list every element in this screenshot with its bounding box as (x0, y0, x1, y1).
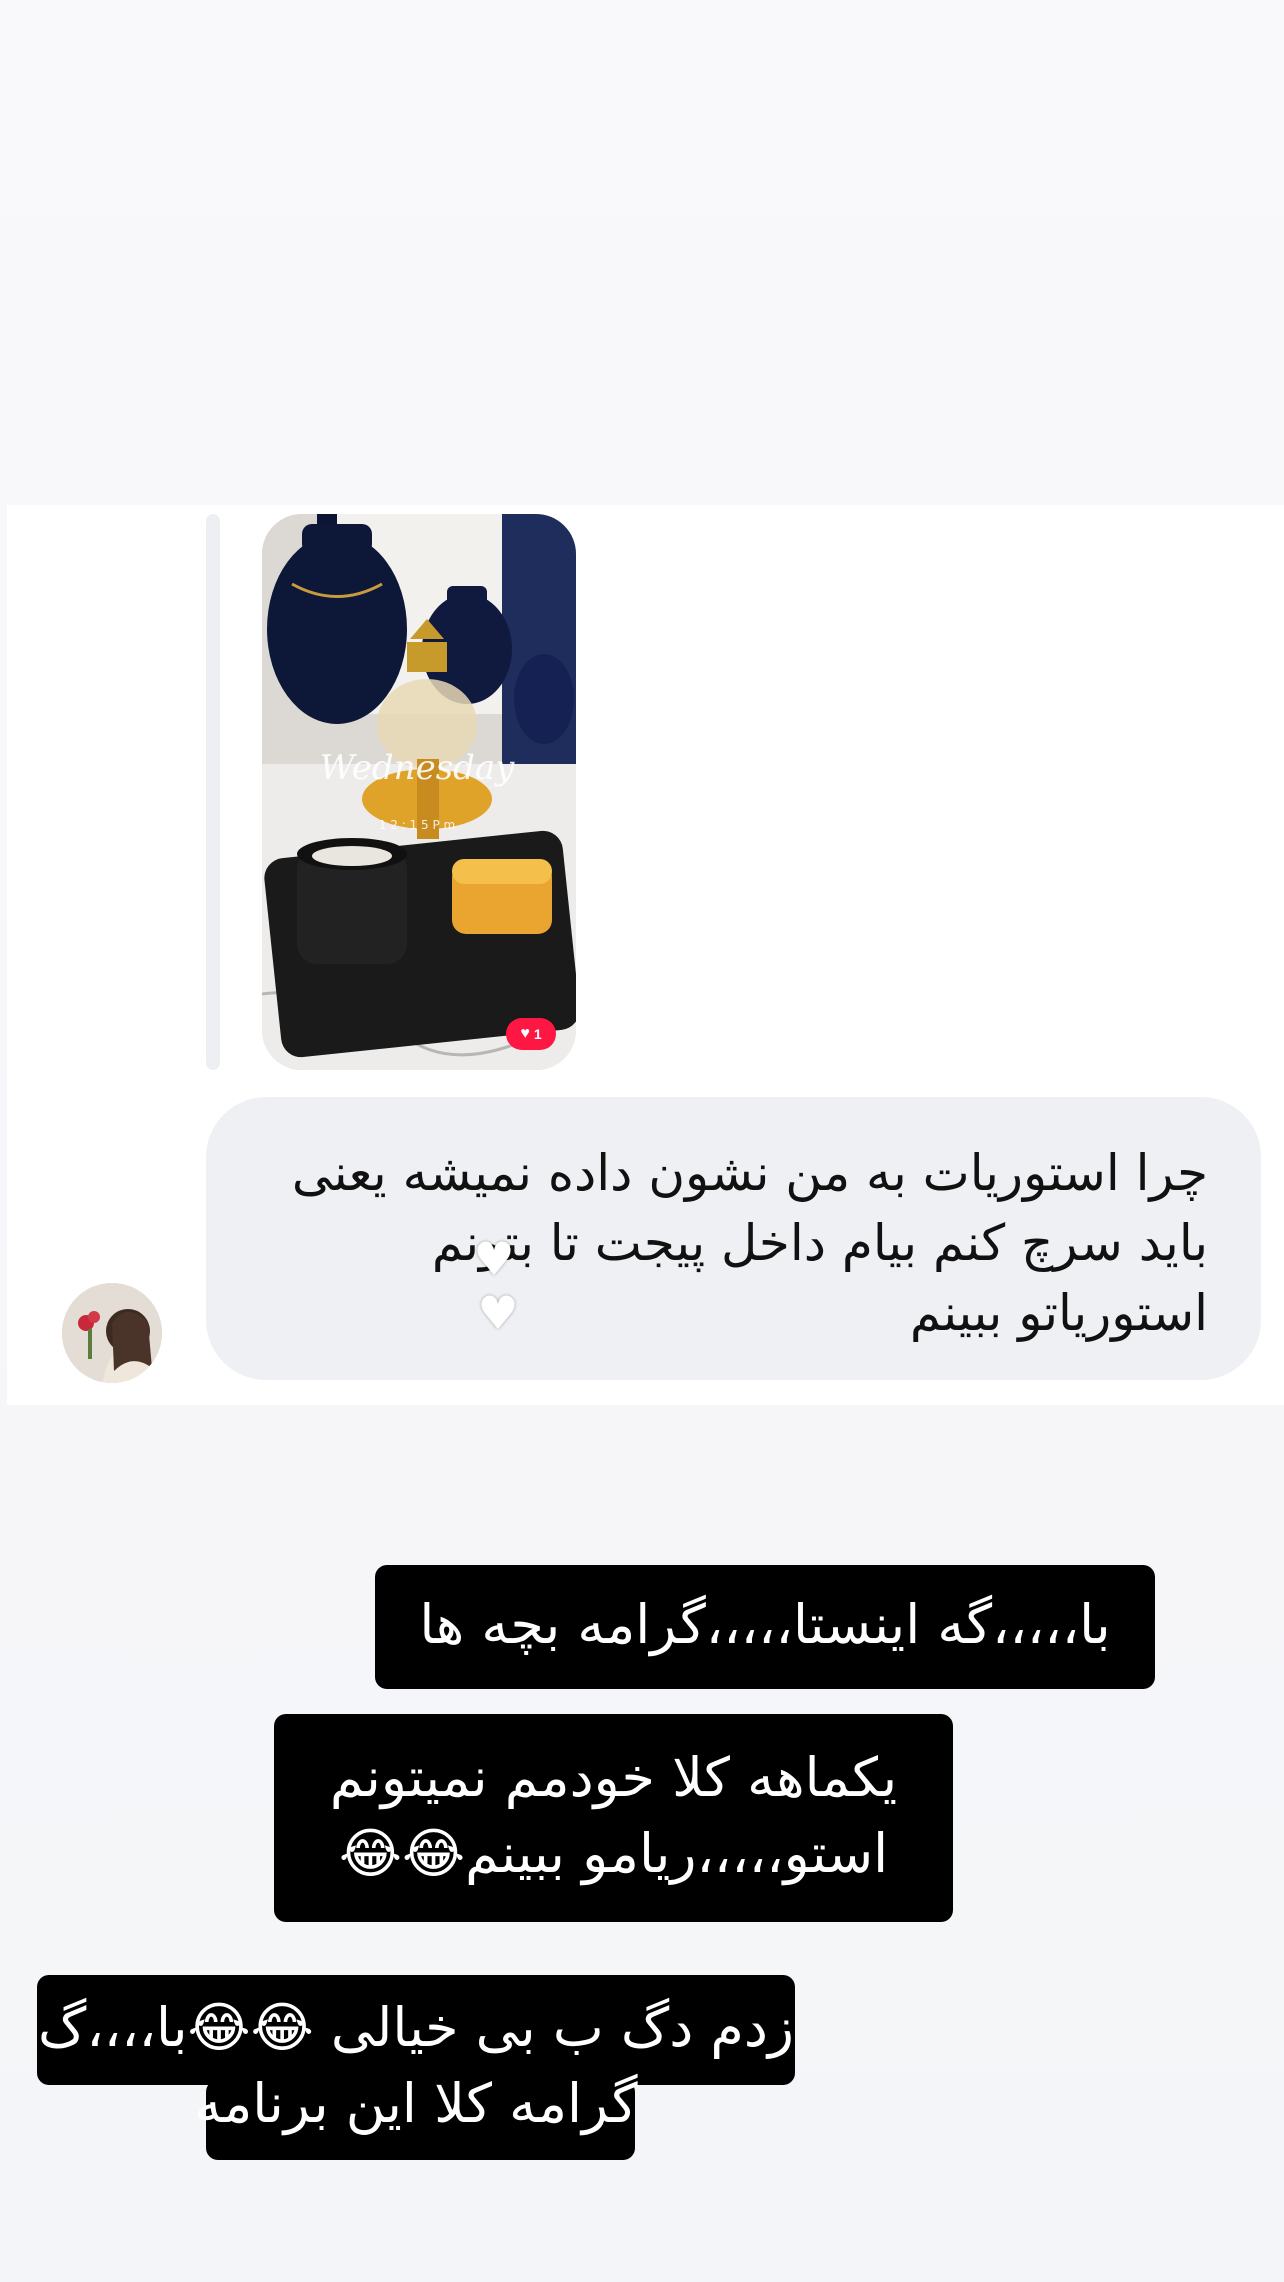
story-overlay-text: Wednesday (320, 748, 516, 788)
message-line: استوریاتو ببینم (909, 1284, 1208, 1342)
avatar-image (62, 1283, 162, 1383)
caption-line: زدم دگ ب بی خیالی 😂😂با،،،،گ (38, 1996, 794, 2059)
white-heart-icon: ♥ (477, 1286, 519, 1340)
received-message-text: چرا استوریات به من نشون داده نمیشه یعنی … (248, 1138, 1208, 1348)
story-overlay-time: 1 2 : 1 5 P m (379, 818, 455, 832)
story-like-badge: ♥ 1 (506, 1018, 556, 1050)
white-heart-icon: ♥ (473, 1232, 515, 1286)
story-caption-1: با،،،،،گه اینستا،،،،،گرامه بچه ها (375, 1565, 1155, 1689)
story-caption-2: یکماهه کلا خودمم نمیتونم استو،،،،،ریامو … (274, 1714, 953, 1922)
message-line: باید سرچ کنم بیام داخل پیجت تا بتونم (431, 1214, 1208, 1272)
like-count: 1 (533, 1026, 542, 1042)
caption-line: استو،،،،،ریامو ببینم😂😂 (338, 1822, 889, 1885)
story-caption-3-text: زدم دگ ب بی خیالی 😂😂با،،،،گ گرامه کلا ای… (37, 1990, 795, 2142)
sender-avatar[interactable] (62, 1283, 162, 1383)
story-image: Wednesday 1 2 : 1 5 P m (262, 514, 576, 1070)
story-reply-thumbnail[interactable]: Wednesday 1 2 : 1 5 P m (262, 514, 576, 1070)
caption-line: گرامه کلا این برنامه (194, 2072, 638, 2135)
reply-indicator-bar (206, 514, 220, 1070)
heart-icon: ♥ (520, 1025, 530, 1042)
caption-line: یکماهه کلا خودمم نمیتونم (329, 1746, 898, 1809)
message-line: چرا استوریات به من نشون داده نمیشه یعنی (291, 1144, 1208, 1202)
caption-text: با،،،،،گه اینستا،،،،،گرامه بچه ها (419, 1593, 1111, 1656)
